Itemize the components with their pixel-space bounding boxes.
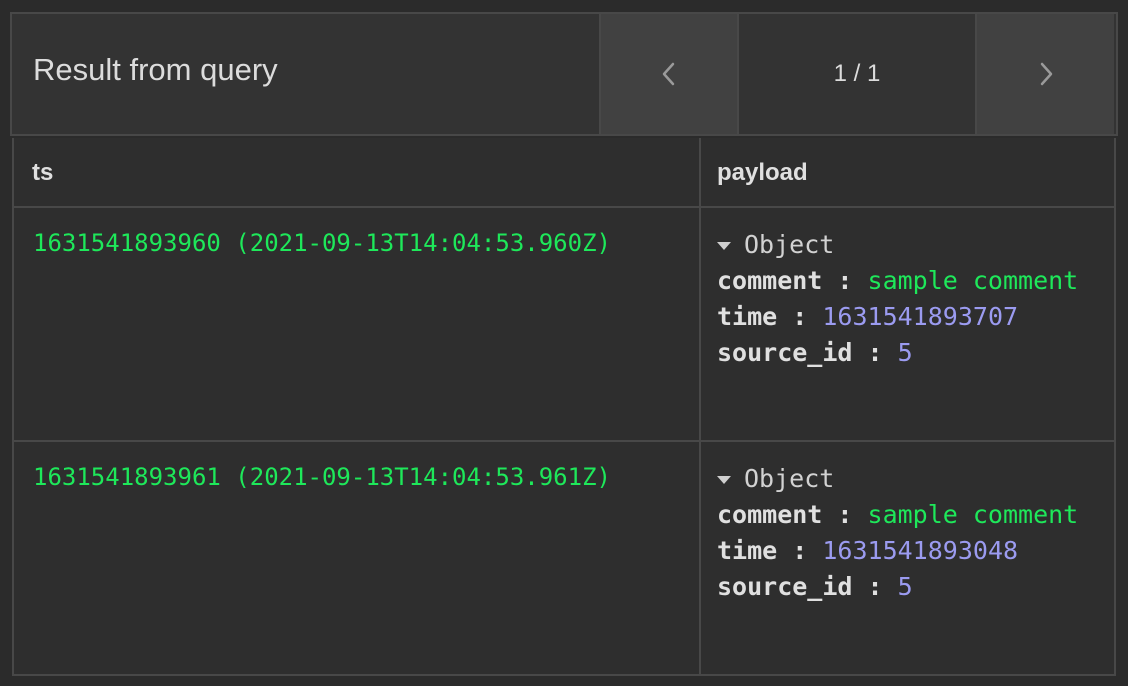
result-header: Result from query 1 / 1 (10, 12, 1118, 136)
field-key: source_id (717, 338, 853, 367)
field-value: 1631541893048 (822, 536, 1019, 565)
object-type-label: Object (744, 230, 835, 259)
field-key: time (717, 302, 778, 331)
table-row: 1631541893961 (2021-09-13T14:04:53.961Z)… (14, 442, 1114, 674)
column-header-payload: payload (717, 159, 808, 186)
field-value: 1631541893707 (822, 302, 1019, 331)
result-title: Result from query (33, 52, 278, 87)
field-value: 5 (897, 572, 913, 601)
page-counter: 1 / 1 (737, 14, 975, 134)
payload-field-source-id: source_id : 5 (717, 569, 1114, 605)
field-key: comment (717, 500, 823, 529)
field-separator: : (777, 536, 823, 565)
previous-page-button[interactable] (599, 14, 737, 134)
payload-cell: Object comment : sample comment time : 1… (701, 442, 1114, 674)
payload-field-comment: comment : sample comment (717, 263, 1114, 299)
chevron-left-icon (662, 62, 675, 86)
results-table: ts payload 1631541893960 (2021-09-13T14:… (12, 138, 1116, 676)
object-toggle[interactable]: Object (717, 227, 1114, 263)
payload-field-time: time : 1631541893048 (717, 533, 1114, 569)
field-separator: : (852, 572, 898, 601)
payload-field-time: time : 1631541893707 (717, 299, 1114, 335)
next-page-button[interactable] (975, 14, 1114, 134)
object-toggle[interactable]: Object (717, 461, 1114, 497)
field-separator: : (822, 500, 868, 529)
ts-cell: 1631541893961 (2021-09-13T14:04:53.961Z) (14, 442, 701, 674)
field-separator: : (822, 266, 868, 295)
column-header-ts: ts (14, 138, 701, 206)
object-type-label: Object (744, 464, 835, 493)
caret-down-icon (717, 242, 731, 250)
ts-cell: 1631541893960 (2021-09-13T14:04:53.960Z) (14, 208, 701, 440)
table-row: 1631541893960 (2021-09-13T14:04:53.960Z)… (14, 208, 1114, 442)
table-header-row: ts payload (14, 138, 1114, 208)
chevron-right-icon (1040, 62, 1052, 86)
payload-field-comment: comment : sample comment (717, 497, 1114, 533)
field-separator: : (852, 338, 898, 367)
field-key: comment (717, 266, 823, 295)
field-value: sample comment (867, 500, 1079, 529)
payload-cell: Object comment : sample comment time : 1… (701, 208, 1114, 440)
field-separator: : (777, 302, 823, 331)
payload-field-source-id: source_id : 5 (717, 335, 1114, 371)
field-key: source_id (717, 572, 853, 601)
field-value: sample comment (867, 266, 1079, 295)
field-key: time (717, 536, 778, 565)
caret-down-icon (717, 476, 731, 484)
field-value: 5 (897, 338, 913, 367)
